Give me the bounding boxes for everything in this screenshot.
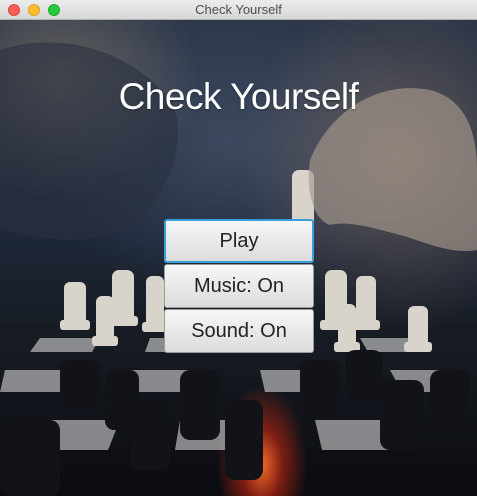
app-window: Check Yourself Check Yourself Play Music… — [0, 0, 477, 496]
music-toggle-button[interactable]: Music: On — [164, 264, 314, 308]
sound-toggle-button[interactable]: Sound: On — [164, 309, 314, 353]
window-title: Check Yourself — [195, 2, 282, 17]
play-button[interactable]: Play — [164, 219, 314, 263]
title-bar: Check Yourself — [0, 0, 477, 20]
game-title: Check Yourself — [118, 76, 359, 117]
